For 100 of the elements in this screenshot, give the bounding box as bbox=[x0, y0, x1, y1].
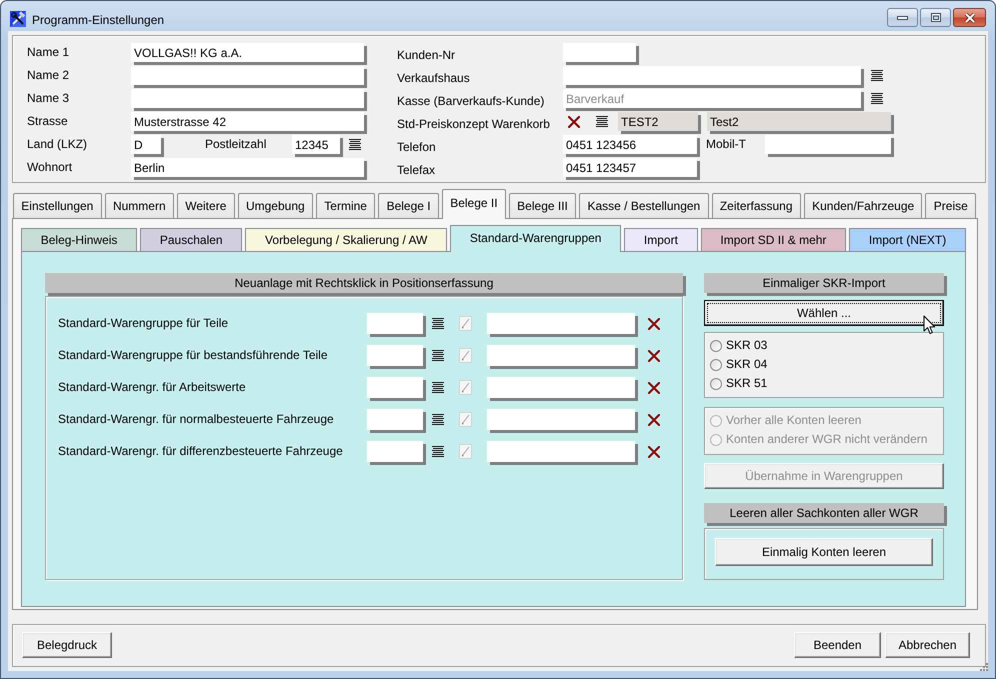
field-label: Standard-Warengruppe für bestandsführende Teile bbox=[58, 348, 329, 363]
tab[interactable]: Kasse / Bestellungen bbox=[579, 193, 709, 218]
text-field[interactable]: Test2 bbox=[707, 112, 891, 131]
text-field[interactable] bbox=[765, 135, 891, 154]
field-label: Standard-Warengruppe für Teile bbox=[58, 316, 230, 331]
list-icon[interactable] bbox=[432, 350, 444, 361]
tab[interactable]: Beleg-Hinweis bbox=[21, 228, 138, 251]
tab[interactable]: Import bbox=[624, 228, 698, 251]
radio-button[interactable] bbox=[710, 340, 722, 352]
field-label: Std-Preiskonzept Warenkorb bbox=[397, 116, 551, 133]
tab[interactable]: Termine bbox=[316, 193, 376, 218]
field-label: Postleitzahl bbox=[205, 136, 268, 153]
text-field[interactable] bbox=[367, 441, 423, 462]
list-icon[interactable] bbox=[432, 446, 444, 457]
text-field[interactable] bbox=[487, 345, 635, 366]
text-field[interactable] bbox=[487, 409, 635, 430]
field-label: Telefon bbox=[397, 139, 437, 156]
tab[interactable]: Zeiterfassung bbox=[712, 193, 801, 218]
radio-label[interactable]: SKR 04 bbox=[726, 357, 768, 372]
tab[interactable]: Kunden/Fahrzeuge bbox=[804, 193, 922, 218]
field-label: Name 3 bbox=[27, 90, 70, 107]
tab[interactable]: Pauschalen bbox=[140, 228, 242, 251]
text-field[interactable]: 0451 123456 bbox=[563, 135, 697, 154]
tab[interactable]: Standard-Warengruppen bbox=[450, 225, 622, 252]
text-field[interactable] bbox=[367, 409, 423, 430]
radio-label[interactable]: SKR 51 bbox=[726, 376, 768, 391]
text-field[interactable] bbox=[367, 313, 423, 334]
field-label: Strasse bbox=[27, 113, 69, 130]
text-field[interactable]: Berlin bbox=[131, 158, 364, 177]
list-icon[interactable] bbox=[432, 318, 444, 329]
minimize-button[interactable] bbox=[887, 8, 918, 27]
text-field[interactable]: 12345 bbox=[292, 135, 340, 154]
tab[interactable]: Weitere bbox=[176, 193, 235, 218]
tools-icon bbox=[10, 11, 26, 27]
text-field[interactable] bbox=[367, 345, 423, 366]
pencil-icon[interactable] bbox=[459, 412, 472, 427]
tab[interactable]: Preise bbox=[925, 193, 976, 218]
text-field[interactable] bbox=[131, 89, 364, 108]
cross-icon[interactable] bbox=[648, 318, 660, 330]
text-field[interactable]: TEST2 bbox=[618, 112, 698, 131]
text-field[interactable] bbox=[487, 377, 635, 398]
cross-icon[interactable] bbox=[648, 446, 660, 458]
text-field[interactable] bbox=[367, 377, 423, 398]
tab[interactable]: Nummern bbox=[104, 193, 174, 218]
print-button[interactable]: Belegdruck bbox=[22, 632, 112, 658]
pencil-icon[interactable] bbox=[459, 348, 472, 363]
text-field[interactable]: Barverkauf bbox=[563, 89, 861, 108]
list-icon[interactable] bbox=[349, 139, 361, 150]
close-icon bbox=[964, 12, 976, 22]
field-label: Telefax bbox=[397, 162, 436, 179]
field-label: Name 1 bbox=[27, 44, 70, 61]
section-header: Leeren aller Sachkonten aller WGR bbox=[704, 503, 944, 523]
tab[interactable]: Belege I bbox=[378, 193, 439, 218]
text-field[interactable] bbox=[131, 66, 364, 85]
tab[interactable]: Vorbelegung / Skalierung / AW bbox=[245, 228, 448, 251]
text-field[interactable] bbox=[487, 313, 635, 334]
list-icon[interactable] bbox=[432, 382, 444, 393]
field-label: Wohnort bbox=[27, 159, 74, 176]
section-header: Einmaliger SKR-Import bbox=[704, 273, 944, 293]
field-label: Kunden-Nr bbox=[397, 47, 456, 64]
tab[interactable]: Import SD II & mehr bbox=[700, 228, 846, 251]
text-field[interactable]: 0451 123457 bbox=[563, 158, 697, 177]
cross-icon[interactable] bbox=[648, 382, 660, 394]
list-icon[interactable] bbox=[596, 116, 608, 127]
pencil-icon[interactable] bbox=[459, 380, 472, 395]
tab[interactable]: Import (NEXT) bbox=[849, 228, 966, 251]
cross-icon[interactable] bbox=[568, 116, 580, 128]
text-field[interactable] bbox=[487, 441, 635, 462]
list-icon[interactable] bbox=[432, 414, 444, 425]
pencil-icon[interactable] bbox=[459, 316, 472, 331]
window-title: Programm-Einstellungen bbox=[32, 12, 164, 28]
choose-button[interactable]: Wählen ... bbox=[704, 300, 944, 326]
minimize-icon bbox=[897, 16, 908, 20]
text-field[interactable]: VOLLGAS!! KG a.A. bbox=[131, 43, 364, 62]
cross-icon[interactable] bbox=[648, 414, 660, 426]
dialog-button[interactable]: Abbrechen bbox=[885, 632, 970, 658]
text-field[interactable] bbox=[563, 43, 636, 62]
radio-button[interactable] bbox=[710, 358, 722, 370]
field-label: Standard-Warengr. für Arbeitswerte bbox=[58, 380, 247, 395]
dialog-button[interactable]: Beenden bbox=[794, 632, 881, 658]
tab[interactable]: Einstellungen bbox=[13, 193, 102, 218]
close-button[interactable] bbox=[953, 8, 986, 27]
clear-accounts-button[interactable]: Einmalig Konten leeren bbox=[715, 538, 933, 566]
tab[interactable]: Belege III bbox=[508, 193, 576, 218]
tab[interactable]: Belege II bbox=[442, 189, 506, 219]
list-icon[interactable] bbox=[871, 70, 883, 81]
pencil-icon[interactable] bbox=[459, 444, 472, 459]
list-icon[interactable] bbox=[871, 93, 883, 104]
radio-button[interactable] bbox=[710, 378, 722, 390]
mouse-pointer-icon bbox=[923, 315, 936, 335]
tab[interactable]: Umgebung bbox=[238, 193, 313, 218]
cross-icon[interactable] bbox=[648, 350, 660, 362]
text-field[interactable]: D bbox=[131, 135, 161, 154]
field-label: Land (LKZ) bbox=[27, 136, 88, 153]
resize-grip-icon[interactable] bbox=[978, 661, 988, 671]
field-label: Mobil-T bbox=[706, 136, 748, 153]
text-field[interactable]: Musterstrasse 42 bbox=[131, 112, 364, 131]
radio-label[interactable]: SKR 03 bbox=[726, 338, 768, 353]
maximize-button[interactable] bbox=[920, 8, 951, 27]
text-field[interactable] bbox=[563, 66, 861, 85]
